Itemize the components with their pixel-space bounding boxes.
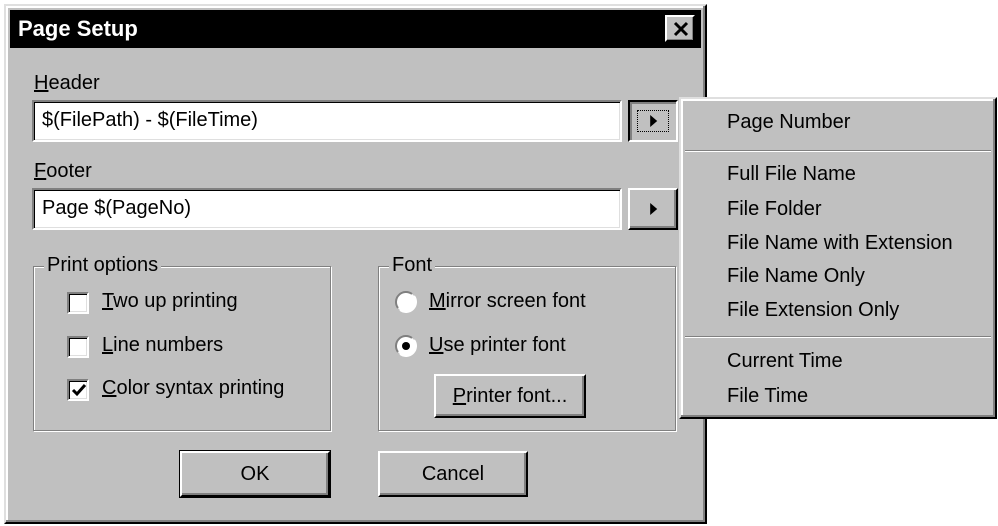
use-printer-font-label[interactable]: Use printer font: [429, 334, 566, 357]
footer-insert-button[interactable]: [628, 188, 678, 230]
menu-item-current-time[interactable]: Current Time: [727, 350, 843, 373]
menu-separator: [685, 336, 991, 338]
header-insert-button[interactable]: [628, 100, 678, 142]
menu-item-file-extension-only[interactable]: File Extension Only: [727, 299, 899, 322]
title-bar: Page Setup: [10, 10, 701, 48]
use-printer-font-radio[interactable]: [395, 335, 417, 357]
line-numbers-checkbox[interactable]: [67, 336, 89, 358]
checkmark-icon: [71, 384, 87, 397]
radio-dot-icon: [402, 342, 410, 350]
footer-label: Footer: [34, 160, 92, 182]
insert-variable-menu: Page Number Full File Name File Folder F…: [679, 97, 997, 419]
printer-font-button[interactable]: Printer font...: [434, 374, 586, 418]
dialog-title: Page Setup: [18, 16, 138, 41]
two-up-printing-label[interactable]: Two up printing: [102, 290, 238, 313]
close-icon: [673, 21, 689, 37]
right-arrow-icon: [650, 203, 658, 215]
footer-input[interactable]: Page $(PageNo): [32, 188, 622, 230]
color-syntax-printing-checkbox[interactable]: [67, 379, 89, 401]
header-input[interactable]: $(FilePath) - $(FileTime): [32, 100, 622, 142]
mirror-screen-font-label[interactable]: Mirror screen font: [429, 290, 586, 313]
color-syntax-printing-label[interactable]: Color syntax printing: [102, 377, 284, 400]
mirror-screen-font-radio[interactable]: [395, 291, 417, 313]
header-label: Header: [34, 72, 100, 94]
line-numbers-label[interactable]: Line numbers: [102, 334, 223, 357]
menu-separator: [685, 150, 991, 152]
close-button[interactable]: [665, 15, 695, 42]
menu-item-full-file-name[interactable]: Full File Name: [727, 163, 856, 186]
ok-button[interactable]: OK: [179, 450, 331, 498]
two-up-printing-checkbox[interactable]: [67, 292, 89, 314]
right-arrow-icon: [650, 115, 658, 127]
menu-item-page-number[interactable]: Page Number: [727, 111, 850, 134]
menu-item-file-name-only[interactable]: File Name Only: [727, 265, 865, 288]
cancel-button[interactable]: Cancel: [378, 451, 528, 497]
font-group-title: Font: [389, 254, 436, 277]
menu-item-file-name-with-extension[interactable]: File Name with Extension: [727, 232, 953, 255]
menu-item-file-time[interactable]: File Time: [727, 385, 808, 408]
print-options-title: Print options: [44, 254, 162, 277]
menu-item-file-folder[interactable]: File Folder: [727, 198, 821, 221]
